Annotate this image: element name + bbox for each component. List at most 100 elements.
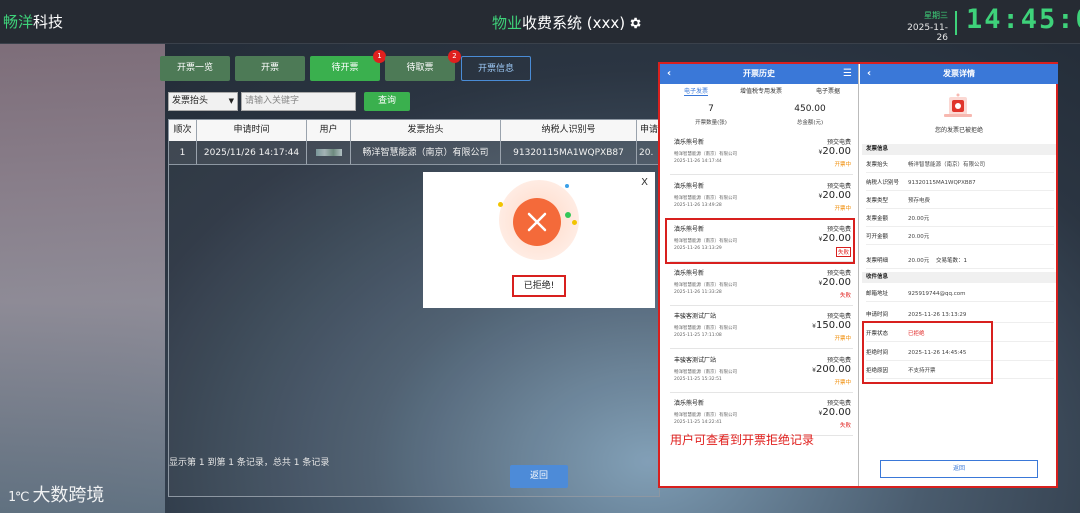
item-name: 丰骏客测试厂站 — [674, 313, 717, 320]
tab-pending-pickup[interactable]: 待取票 2 — [385, 50, 461, 81]
chevron-down-icon: ▼ — [228, 97, 234, 105]
item-name: 滇乐熊号新 — [674, 139, 705, 146]
system-title-part1: 物业 — [492, 14, 523, 32]
tab-label: 开票一览 — [176, 63, 213, 73]
amount-value: 20.00 — [822, 276, 851, 288]
amount-value: 200.00 — [816, 363, 851, 375]
item-name: 滇乐熊号新 — [674, 182, 705, 190]
invoice-total: 450.00 总金额(元) — [775, 104, 845, 126]
row-key: 纳税人识别号 — [866, 180, 900, 186]
section-header: 收件信息 — [862, 272, 1056, 283]
row-value: 畅洋智慧能源（南京）有限公司 — [908, 162, 986, 168]
tab-label: 开票信息 — [477, 64, 514, 74]
item-amount: ¥20.00 — [818, 189, 851, 201]
history-item[interactable]: 丰骏客测试厂站 预交电费 畅洋智慧能源（南京）有限公司 2025-11-25 17:1… — [670, 306, 853, 349]
clock: 14:45:01 — [966, 4, 1080, 35]
row-key: 可开金额 — [866, 234, 889, 240]
brand-logo: 畅洋科技 — [3, 11, 63, 32]
back-arrow-icon[interactable]: ‹ — [867, 64, 871, 84]
table-header: 顺次 申请时间 用户 发票抬头 纳税人识别号 申请 — [169, 120, 659, 141]
item-amount: ¥150.00 — [812, 320, 851, 331]
tab-invoice-info[interactable]: 开票信息 — [461, 56, 531, 81]
history-item[interactable]: 滇乐熊号新 预交电费 畅洋智慧能源（南京）有限公司 2025-11-26 14:17:… — [670, 132, 853, 175]
tab-label: 开票 — [260, 63, 279, 73]
detail-row: 发票抬头 畅洋智慧能源（南京）有限公司 — [866, 157, 1054, 173]
system-title: 物业收费系统 (xxx) — [492, 12, 642, 33]
amount-value: 20.00 — [822, 407, 851, 418]
system-title-part2: 收费系统 (xxx) — [522, 14, 626, 32]
item-time: 2025-11-25 14:22:41 — [674, 420, 722, 425]
invoice-count: 7 开票数量(张) — [680, 104, 742, 126]
amount-value: 20.00 — [822, 189, 851, 201]
item-company: 畅洋智慧能源（南京）有限公司 — [674, 326, 737, 331]
search-input[interactable]: 请输入关键字 — [241, 92, 356, 111]
detail-row: 可开金额 20.00元 — [866, 229, 1054, 245]
row-key: 发票明细 — [866, 258, 889, 264]
rejected-message: 您的发票已被拒绝 — [934, 127, 983, 134]
back-button[interactable]: 返回 — [510, 465, 568, 488]
item-time: 2025-11-25 15:32:51 — [674, 376, 722, 382]
tab-e-receipt[interactable]: 电子票据 — [816, 86, 840, 95]
watermark-logo: 1℃ 大数跨境 — [8, 481, 104, 507]
item-status: 开票中 — [834, 205, 851, 212]
item-time: 2025-11-25 17:11:08 — [674, 333, 722, 338]
tab-pending-issue[interactable]: 待开票 1 — [310, 50, 386, 81]
history-item[interactable]: 滇乐熊号新 预交电费 畅洋智慧能源（南京）有限公司 2025-11-26 13:49:… — [670, 176, 853, 219]
gear-icon[interactable] — [628, 16, 642, 30]
total-label: 总金额(元) — [796, 120, 824, 126]
row-value: 91320115MA1WQPXB87 — [908, 180, 976, 186]
row-key: 发票抬头 — [866, 162, 889, 168]
query-button[interactable]: 查询 — [364, 92, 410, 111]
cell-title: 畅洋智慧能源（南京）有限公司 — [351, 141, 501, 164]
detail-screen: ‹ 发票详情 您的发票已被拒绝 发票信息 发票抬头 畅洋智慧能源（南京）有限公司 纳… — [860, 64, 1058, 486]
cell-user — [307, 141, 351, 164]
item-status: 开票中 — [834, 336, 851, 342]
detail-back-button[interactable]: 返回 — [880, 460, 1038, 478]
select-value: 发票抬头 — [172, 96, 209, 106]
history-item[interactable]: 丰骏客测试厂站 预交电费 畅洋智慧能源（南京）有限公司 2025-11-25 15:3… — [670, 350, 853, 393]
item-company: 畅洋智慧能源（南京）有限公司 — [674, 282, 737, 288]
detail-row: 发票明细 20.00元 交易笔数：1 — [866, 253, 1054, 269]
brand-part1: 畅洋 — [3, 13, 34, 31]
history-item[interactable]: 滇乐熊号新 预交电费畅洋智慧能源（南京）有限公司 2025-11-26 11:33:… — [670, 263, 853, 306]
menu-icon[interactable]: ☰ — [843, 64, 852, 84]
close-x-icon — [527, 212, 547, 232]
field-select[interactable]: 发票抬头 ▼ — [168, 92, 238, 111]
close-icon[interactable]: X — [641, 177, 648, 188]
row-value: 预存电费 — [908, 198, 931, 204]
pagination-info: 显示第 1 到第 1 条记录，总共 1 条记录 — [169, 458, 330, 468]
table-row[interactable]: 1 2025/11/26 14:17:44 畅洋智慧能源（南京）有限公司 913… — [169, 141, 659, 165]
row-value: 20.00元 — [908, 258, 930, 264]
history-item[interactable]: 滇乐熊号新 预交电费 畅洋智慧能源（南京）有限公司 2025-11-25 14:22:… — [670, 393, 853, 436]
rejected-invoice-icon — [944, 93, 972, 117]
back-arrow-icon[interactable]: ‹ — [667, 64, 671, 84]
history-tabs: 电子发票 增值税专用发票 电子票据 — [660, 86, 858, 100]
item-type: 预交电费 — [826, 139, 851, 146]
date: 2025-11-26 — [907, 23, 948, 43]
item-name: 丰骏客测试厂站 — [674, 356, 717, 364]
tab-e-invoice[interactable]: 电子发票 — [684, 86, 709, 96]
detail-row: 发票金额 20.00元 — [866, 211, 1054, 227]
item-amount: ¥20.00 — [818, 407, 851, 418]
row-value: 925919744@qq.com — [908, 291, 966, 297]
item-amount: ¥200.00 — [812, 363, 851, 375]
column-header: 申请时间 — [197, 120, 307, 141]
item-amount: ¥20.00 — [818, 146, 851, 157]
caption: 用户可查看到开票拒绝记录 — [670, 433, 815, 447]
background-decoration — [0, 44, 165, 513]
history-screen: ‹ 开票历史 ☰ 电子发票 增值税专用发票 电子票据 7 开票数量(张) 450.0… — [660, 64, 859, 486]
item-name: 滇乐熊号新 — [674, 400, 705, 407]
tab-issue[interactable]: 开票 — [235, 56, 305, 81]
total-value: 450.00 — [794, 104, 826, 114]
tab-vat-invoice[interactable]: 增值税专用发票 — [740, 86, 782, 95]
item-name: 滇乐熊号新 — [674, 269, 705, 277]
row-value: 20.00元 — [908, 234, 930, 240]
tab-invoice-list[interactable]: 开票一览 — [160, 56, 230, 81]
item-type: 预交电费 — [826, 269, 851, 277]
item-time: 2025-11-26 11:33:28 — [674, 289, 722, 295]
mobile-preview: ‹ 开票历史 ☰ 电子发票 增值税专用发票 电子票据 7 开票数量(张) 450.0… — [658, 62, 1058, 488]
cell-tax-id: 91320115MA1WQPXB87 — [501, 141, 637, 164]
item-time: 2025-11-26 13:49:28 — [674, 202, 722, 208]
item-time: 2025-11-26 14:17:44 — [674, 159, 722, 164]
weekday: 星期三 — [924, 11, 948, 20]
